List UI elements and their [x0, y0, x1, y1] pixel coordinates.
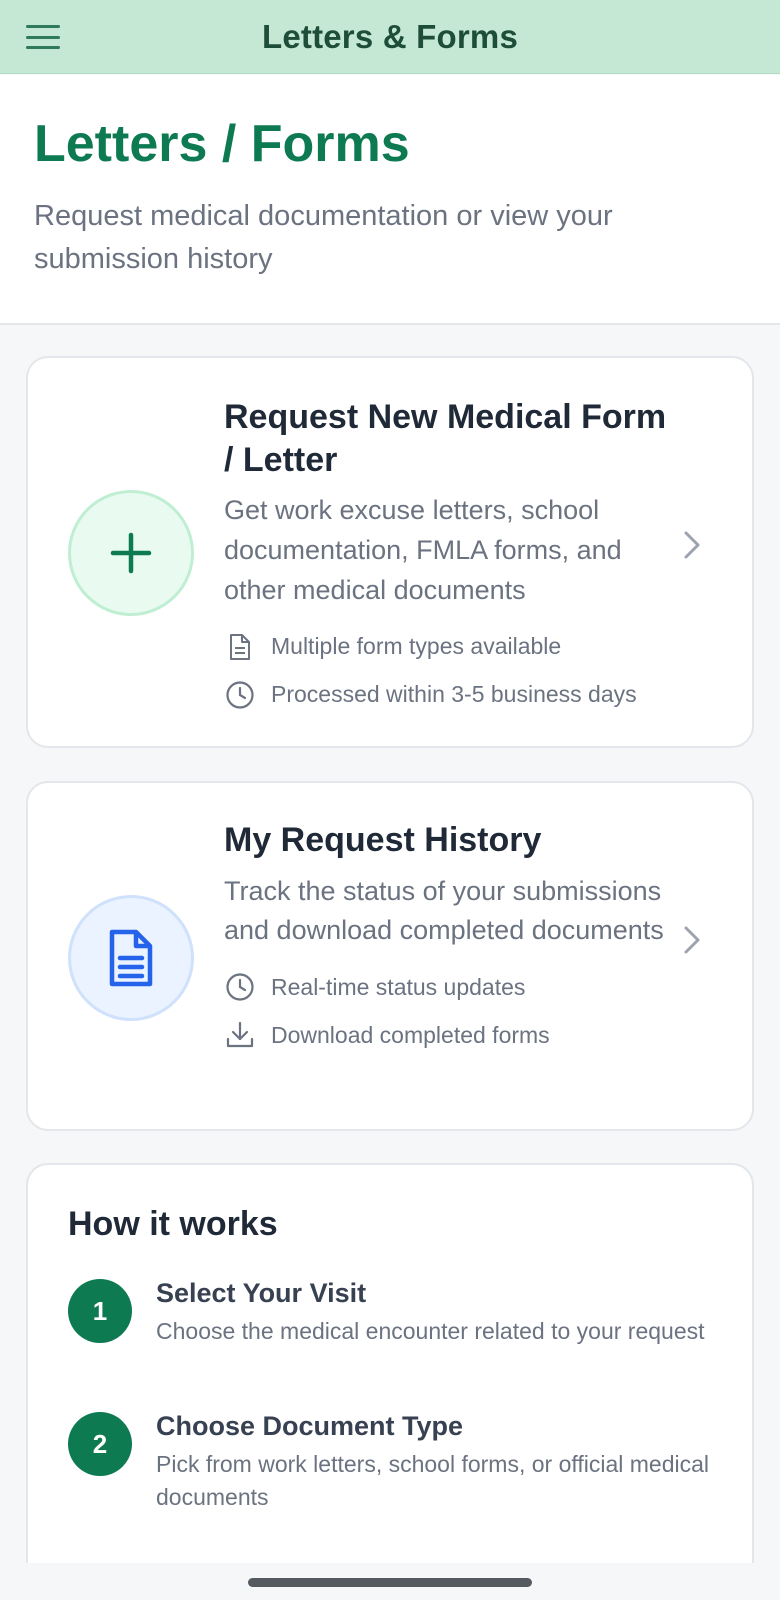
step-text: Select Your Visit Choose the medical enc… — [156, 1277, 705, 1348]
request-card-description: Get work excuse letters, school document… — [224, 495, 622, 605]
clock-icon — [224, 971, 256, 1003]
history-card-description: Track the status of your submissions and… — [224, 875, 664, 946]
feature-download-forms: Download completed forms — [224, 1019, 674, 1051]
app-bar-title: Letters & Forms — [261, 17, 519, 55]
step-number-badge: 2 — [68, 1412, 132, 1476]
chevron-right-icon[interactable] — [680, 923, 704, 957]
request-history-card[interactable]: My Request History Track the status of y… — [26, 781, 754, 1131]
step-item: 1 Select Your Visit Choose the medical e… — [68, 1277, 718, 1348]
clock-icon — [224, 679, 256, 711]
hamburger-menu-icon[interactable] — [24, 22, 62, 52]
history-card-content: My Request History Track the status of y… — [224, 819, 674, 1051]
how-it-works-title: How it works — [68, 1205, 278, 1243]
feature-text: Real-time status updates — [271, 973, 526, 1000]
top-app-bar: Letters & Forms — [0, 0, 780, 74]
chevron-right-icon[interactable] — [680, 528, 704, 562]
page-header: Letters / Forms Request medical document… — [0, 75, 780, 325]
feature-form-types: Multiple form types available — [224, 631, 674, 663]
history-icon-circle — [68, 895, 194, 1021]
how-it-works-card: How it works 1 Select Your Visit Choose … — [26, 1163, 754, 1563]
feature-text: Download completed forms — [271, 1021, 550, 1048]
feature-status-updates: Real-time status updates — [224, 971, 674, 1003]
step-description: Pick from work letters, school forms, or… — [156, 1451, 710, 1510]
request-card-content: Request New Medical Form / Letter Get wo… — [224, 396, 674, 711]
feature-text: Processed within 3-5 business days — [271, 681, 637, 708]
page-title: Letters / Forms — [34, 115, 410, 173]
request-new-form-card[interactable]: Request New Medical Form / Letter Get wo… — [26, 356, 754, 748]
document-lines-icon — [109, 929, 153, 987]
request-icon-circle — [68, 490, 194, 616]
history-feature-list: Real-time status updates Download comple… — [224, 971, 674, 1051]
step-text: Choose Document Type Pick from work lett… — [156, 1410, 718, 1513]
step-description: Choose the medical encounter related to … — [156, 1318, 705, 1345]
history-card-title: My Request History — [224, 821, 542, 859]
request-card-title: Request New Medical Form / Letter — [224, 398, 667, 479]
download-icon — [224, 1019, 256, 1051]
step-item: 2 Choose Document Type Pick from work le… — [68, 1410, 718, 1513]
plus-icon — [110, 532, 152, 574]
step-title: Select Your Visit — [156, 1278, 367, 1308]
step-number-badge: 1 — [68, 1279, 132, 1343]
request-feature-list: Multiple form types available Processed … — [224, 631, 674, 711]
feature-processing-time: Processed within 3-5 business days — [224, 679, 674, 711]
feature-text: Multiple form types available — [271, 633, 562, 660]
page-subtitle: Request medical documentation or view yo… — [34, 199, 613, 276]
home-indicator[interactable] — [248, 1578, 532, 1587]
step-title: Choose Document Type — [156, 1411, 464, 1441]
document-icon — [224, 631, 256, 663]
